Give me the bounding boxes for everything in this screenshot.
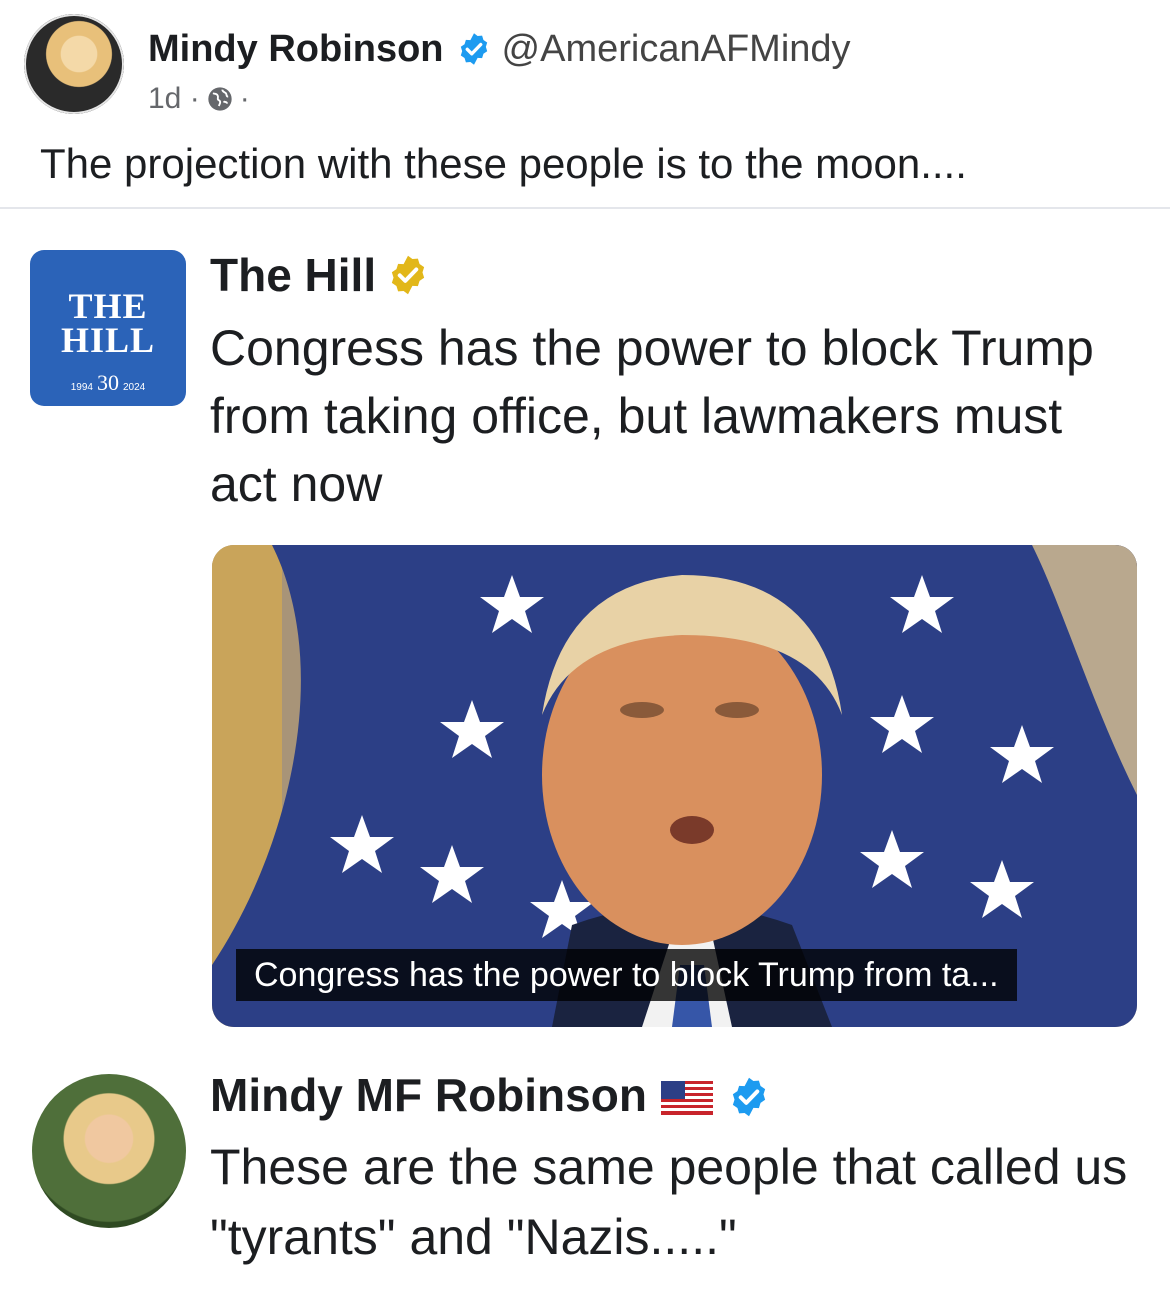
tweet-text-2: These are the same people that called us… — [210, 1139, 1128, 1265]
logo-anniversary: 1994 30 2024 — [30, 370, 186, 396]
verified-badge-icon-2 — [732, 1077, 766, 1117]
post-text: The projection with these people is to t… — [40, 140, 967, 187]
author-handle[interactable]: @AmericanAFMindy — [502, 28, 851, 70]
tweet-author-label-2[interactable]: Mindy MF Robinson — [210, 1069, 647, 1121]
globe-icon — [208, 87, 232, 111]
logo-line-2: HILL — [60, 320, 156, 360]
tweet-media-image[interactable]: Congress has the power to block Trump fr… — [212, 545, 1137, 1027]
meta-separator-2: · — [239, 82, 250, 115]
tweet-author-name-2: Mindy MF Robinson — [210, 1068, 771, 1122]
gold-verified-icon — [391, 255, 425, 295]
tweet-author-avatar[interactable] — [32, 1074, 186, 1228]
author-name[interactable]: Mindy Robinson — [148, 28, 444, 70]
post-time[interactable]: 1d — [148, 82, 181, 115]
embedded-tweet-the-hill[interactable]: THE HILL 1994 30 2024 The Hill Congress ha… — [0, 210, 1170, 1040]
logo-line-1: THE — [68, 286, 148, 326]
divider — [0, 207, 1170, 209]
meta-separator: · — [189, 82, 200, 115]
us-flag-icon — [660, 1081, 713, 1115]
logo-year-end: 2024 — [123, 382, 146, 393]
post-meta: 1d · · — [148, 82, 250, 116]
logo-anniversary-number: 30 — [97, 370, 119, 395]
the-hill-logo: THE HILL 1994 30 2024 — [30, 250, 186, 406]
post-header: Mindy Robinson @AmericanAFMindy 1d · · — [24, 14, 1170, 124]
author-avatar[interactable] — [24, 14, 124, 114]
tweet-author-label[interactable]: The Hill — [210, 249, 376, 301]
author-line: Mindy Robinson @AmericanAFMindy — [148, 28, 851, 71]
logo-year-start: 1994 — [70, 382, 93, 393]
verified-badge-icon — [460, 33, 487, 65]
media-caption: Congress has the power to block Trump fr… — [236, 949, 1017, 1001]
tweet-text: Congress has the power to block Trump fr… — [210, 320, 1094, 512]
embedded-tweet-mindy[interactable]: Mindy MF Robinson These are the same peo… — [0, 1060, 1170, 1294]
tweet-author-name: The Hill — [210, 248, 430, 302]
